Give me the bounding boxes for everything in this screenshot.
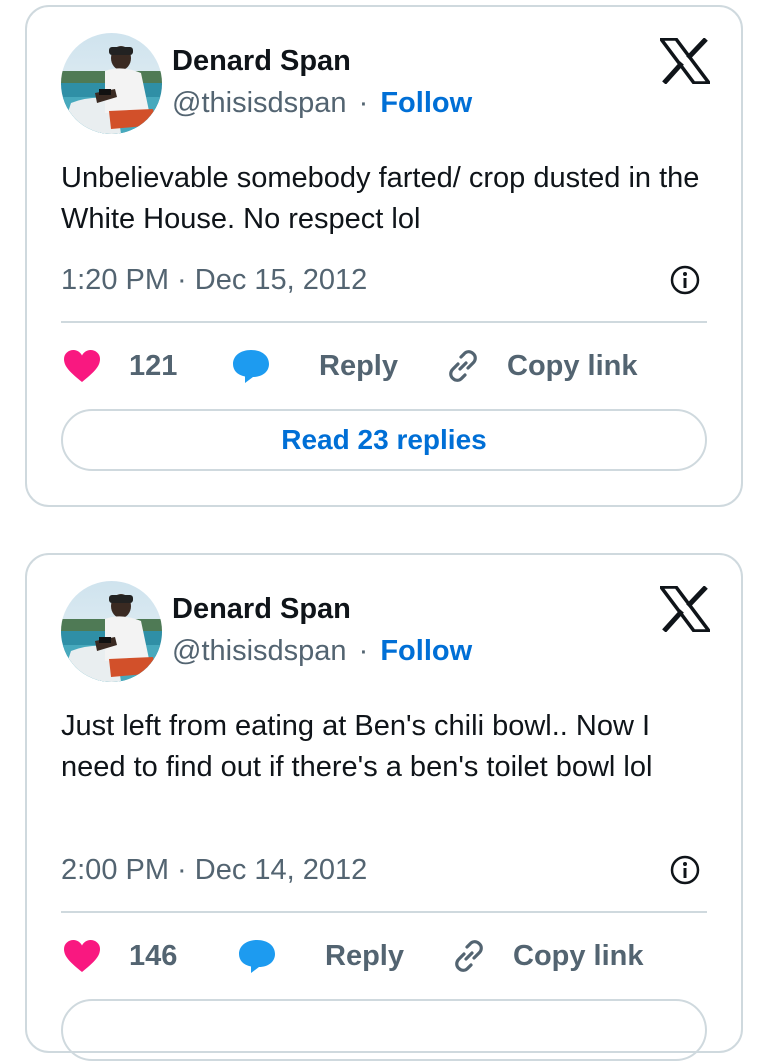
- timestamp[interactable]: 2:00 PM · Dec 14, 2012: [61, 854, 367, 886]
- follow-button[interactable]: Follow: [380, 635, 472, 667]
- action-bar: 121 Reply Copy link: [63, 344, 707, 388]
- reply-label: Reply: [325, 939, 404, 972]
- tweet-text: Unbelievable somebody farted/ crop duste…: [61, 162, 700, 235]
- author-handle[interactable]: @thisisdspan: [172, 635, 347, 667]
- divider: [61, 321, 707, 323]
- info-icon[interactable]: [669, 264, 701, 296]
- read-replies-button[interactable]: [61, 999, 707, 1061]
- author-block: Denard Span @thisisdspan · Follow: [172, 589, 472, 673]
- like-button[interactable]: 121: [63, 344, 177, 388]
- heart-icon: [64, 940, 100, 972]
- copy-link-button[interactable]: Copy link: [449, 934, 644, 978]
- separator-dot: ·: [358, 635, 369, 667]
- author-handle-row: @thisisdspan · Follow: [172, 81, 472, 125]
- reply-button[interactable]: Reply: [237, 934, 404, 978]
- author-block: Denard Span @thisisdspan · Follow: [172, 41, 472, 125]
- timestamp[interactable]: 1:20 PM · Dec 15, 2012: [61, 264, 367, 296]
- avatar[interactable]: [61, 581, 162, 682]
- copy-link-label: Copy link: [513, 939, 644, 972]
- tweet-text: Just left from eating at Ben's chili bow…: [61, 710, 653, 783]
- read-replies-button[interactable]: Read 23 replies: [61, 409, 707, 471]
- author-handle[interactable]: @thisisdspan: [172, 87, 347, 119]
- reply-bubble-icon: [239, 940, 275, 973]
- tweet-card[interactable]: Denard Span @thisisdspan · Follow Just l…: [25, 553, 743, 1061]
- like-count: 146: [129, 939, 178, 972]
- like-count: 121: [129, 349, 178, 382]
- author-handle-row: @thisisdspan · Follow: [172, 629, 472, 673]
- divider: [61, 911, 707, 913]
- tweet-card[interactable]: Denard Span @thisisdspan · Follow Unbeli…: [25, 5, 743, 507]
- meta-row: 1:20 PM · Dec 15, 2012: [61, 260, 707, 300]
- link-icon: [455, 940, 483, 972]
- heart-icon: [64, 350, 100, 382]
- reply-label: Reply: [319, 349, 398, 382]
- like-button[interactable]: 146: [63, 934, 177, 978]
- meta-row: 2:00 PM · Dec 14, 2012: [61, 850, 707, 890]
- x-logo-icon[interactable]: [657, 585, 713, 633]
- follow-button[interactable]: Follow: [380, 87, 472, 119]
- x-logo-icon[interactable]: [657, 37, 713, 85]
- action-bar: 146 Reply Copy link: [63, 934, 707, 978]
- author-name[interactable]: Denard Span: [172, 589, 472, 629]
- author-name[interactable]: Denard Span: [172, 41, 472, 81]
- reply-button[interactable]: Reply: [231, 344, 398, 388]
- info-icon[interactable]: [669, 854, 701, 886]
- link-icon: [449, 350, 477, 382]
- separator-dot: ·: [358, 87, 369, 119]
- copy-link-label: Copy link: [507, 349, 638, 382]
- avatar[interactable]: [61, 33, 162, 134]
- reply-bubble-icon: [233, 350, 269, 383]
- copy-link-button[interactable]: Copy link: [443, 344, 638, 388]
